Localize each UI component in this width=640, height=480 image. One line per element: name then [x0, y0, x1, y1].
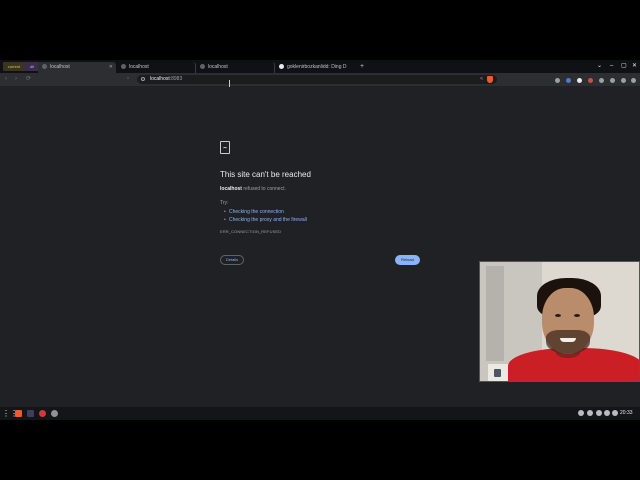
minimize-button[interactable]: –	[610, 62, 613, 71]
profile-icon[interactable]	[621, 78, 626, 83]
extension-icon[interactable]	[588, 78, 593, 83]
tab-strip: current dtl localhost ✕ localhost localh…	[0, 60, 640, 73]
webcam-overlay	[479, 261, 640, 382]
workspace-badge-current[interactable]: current	[3, 62, 25, 71]
tab-title: localhost	[208, 64, 228, 70]
extension-icon[interactable]	[555, 78, 560, 83]
sad-document-icon	[220, 141, 230, 154]
browser-toolbar: ‹ › ⟳ ▫ localhost:8983 <	[0, 73, 640, 86]
clock[interactable]: 20:33	[620, 407, 633, 420]
brave-browser-icon[interactable]	[15, 410, 22, 417]
tab-localhost-1[interactable]: localhost ✕	[38, 62, 116, 73]
globe-icon	[121, 64, 126, 70]
globe-icon	[200, 64, 205, 70]
maximize-button[interactable]: ▢	[621, 62, 627, 71]
bookmark-icon[interactable]: ▫	[127, 75, 129, 84]
extension-icon[interactable]	[566, 78, 571, 83]
error-title: This site can't be reached	[220, 170, 311, 179]
tab-github[interactable]: goklenirbozkanlidd: Ding D	[275, 62, 355, 73]
new-tab-button[interactable]: +	[360, 62, 364, 71]
settings-icon[interactable]	[51, 410, 58, 417]
url-text[interactable]: localhost:8983	[150, 75, 182, 84]
error-code: ERR_CONNECTION_REFUSED	[220, 229, 282, 234]
details-button[interactable]: Details	[220, 255, 244, 265]
tray-icon[interactable]	[578, 410, 584, 416]
error-message: localhost refused to connect.	[220, 186, 286, 192]
globe-icon	[42, 64, 47, 70]
tab-title: goklenirbozkanlidd: Ding D	[287, 64, 347, 70]
notification-bell-icon[interactable]	[604, 410, 610, 416]
volume-icon[interactable]	[612, 410, 618, 416]
menu-icon[interactable]	[631, 78, 636, 83]
tab-title: localhost	[50, 64, 70, 70]
reload-button[interactable]: Reload	[395, 255, 420, 265]
extensions-puzzle-icon[interactable]	[599, 78, 604, 83]
tab-localhost-2[interactable]: localhost	[117, 62, 196, 73]
suggestion-check-proxy-firewall[interactable]: Checking the proxy and the firewall	[224, 217, 307, 223]
share-icon[interactable]: <	[480, 75, 483, 84]
try-label: Try:	[220, 200, 229, 206]
back-button[interactable]: ‹	[5, 75, 7, 84]
forward-button[interactable]: ›	[15, 75, 17, 84]
site-info-icon[interactable]	[141, 77, 145, 81]
terminal-icon[interactable]	[27, 410, 34, 417]
app-icon[interactable]	[39, 410, 46, 417]
text-cursor-icon	[229, 80, 232, 87]
close-tab-icon[interactable]: ✕	[109, 62, 113, 72]
sidebar-icon[interactable]	[610, 78, 615, 83]
browser-window: current dtl localhost ✕ localhost localh…	[0, 60, 640, 420]
brave-shield-icon[interactable]	[487, 76, 493, 83]
close-window-button[interactable]: ✕	[632, 62, 637, 71]
tab-title: localhost	[129, 64, 149, 70]
suggestion-check-connection[interactable]: Checking the connection	[224, 209, 284, 215]
github-icon	[279, 64, 284, 70]
tab-search-icon[interactable]: ⌄	[597, 62, 602, 71]
taskbar: ⋮⋮ 20:33	[0, 407, 640, 420]
tray-icon[interactable]	[587, 410, 593, 416]
reload-icon[interactable]: ⟳	[26, 75, 31, 84]
extension-icon[interactable]	[577, 78, 582, 83]
network-icon[interactable]	[596, 410, 602, 416]
address-bar[interactable]: localhost:8983 <	[137, 75, 497, 84]
tab-localhost-3[interactable]: localhost	[196, 62, 275, 73]
